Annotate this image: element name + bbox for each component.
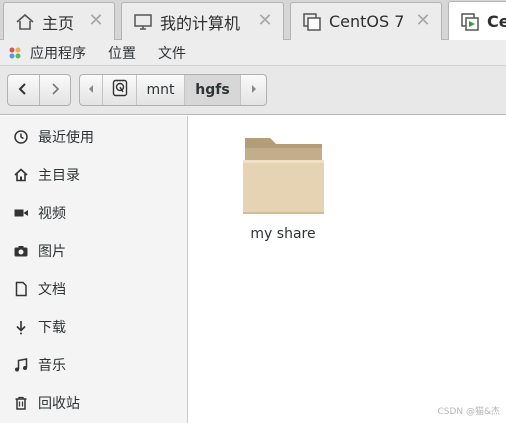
tab-centos-7[interactable]: CentOS 7 ✕ <box>290 2 442 40</box>
sidebar-item-label: 最近使用 <box>38 130 94 146</box>
path-root-button[interactable] <box>102 75 136 105</box>
path-bar: mnt hgfs <box>79 74 267 106</box>
sidebar-item-label: 图片 <box>38 244 66 260</box>
tab-my-computer[interactable]: 我的计算机 ✕ <box>121 2 284 40</box>
close-icon[interactable]: ✕ <box>413 11 433 31</box>
tab-label: CentOS 7 <box>329 12 405 31</box>
tab-home[interactable]: 主页 ✕ <box>3 2 115 40</box>
sidebar-item-label: 音乐 <box>38 358 66 374</box>
close-icon[interactable]: ✕ <box>255 11 275 31</box>
top-menu-bar: 应用程序 位置 文件 <box>0 40 506 66</box>
clock-icon <box>12 128 30 146</box>
music-icon <box>12 356 30 374</box>
places-menu[interactable]: 位置 <box>108 42 136 64</box>
crumb-mnt[interactable]: mnt <box>136 75 184 105</box>
sidebar-item-recent[interactable]: 最近使用 <box>0 122 188 152</box>
sidebar-item-pictures[interactable]: 图片 <box>0 236 188 266</box>
sidebar-item-label: 文档 <box>38 282 66 298</box>
file-menu[interactable]: 文件 <box>158 42 186 64</box>
sidebar-item-downloads[interactable]: 下载 <box>0 312 188 342</box>
chevron-left-icon <box>17 81 29 100</box>
sidebar-item-label: 下载 <box>38 320 66 336</box>
trash-icon <box>12 394 30 412</box>
forward-button[interactable] <box>38 75 71 105</box>
applications-menu[interactable]: 应用程序 <box>8 42 86 64</box>
tab-label: Ce <box>487 12 506 31</box>
sidebar-item-home[interactable]: 主目录 <box>0 160 188 190</box>
home-icon <box>14 11 36 33</box>
caret-left-icon <box>87 82 95 98</box>
crumb-label: mnt <box>146 82 175 98</box>
places-menu-label: 位置 <box>108 45 136 62</box>
sidebar-item-documents[interactable]: 文档 <box>0 274 188 304</box>
tab-active-vm[interactable]: Ce <box>448 1 506 41</box>
monitor-icon <box>132 11 154 33</box>
folder-name: my share <box>250 226 316 242</box>
sidebar-item-videos[interactable]: 视频 <box>0 198 188 228</box>
chevron-right-icon <box>49 81 61 100</box>
watermark-text: CSDN @猫&杰 <box>437 407 500 417</box>
vm-icon <box>301 11 323 33</box>
file-menu-label: 文件 <box>158 45 186 62</box>
path-scroll-left-button[interactable] <box>80 75 102 105</box>
sidebar-item-label: 回收站 <box>38 396 80 412</box>
places-sidebar: 最近使用 主目录 视频 图片 文档 下载 音乐 回收站 <box>0 116 188 423</box>
tab-bar: 主页 ✕ 我的计算机 ✕ CentOS 7 ✕ Ce <box>0 0 506 41</box>
applications-menu-label: 应用程序 <box>30 45 86 62</box>
sidebar-item-music[interactable]: 音乐 <box>0 350 188 380</box>
crumb-hgfs[interactable]: hgfs <box>184 75 240 105</box>
sidebar-item-trash[interactable]: 回收站 <box>0 388 188 418</box>
file-view: my share CSDN @猫&杰 <box>189 116 506 423</box>
home-icon <box>12 166 30 184</box>
vm-running-icon <box>459 11 481 33</box>
camera-icon <box>12 242 30 260</box>
drive-icon <box>112 79 128 101</box>
sidebar-item-label: 视频 <box>38 206 66 222</box>
folder-icon <box>240 130 326 220</box>
path-scroll-right-button[interactable] <box>240 75 266 105</box>
back-button[interactable] <box>8 75 39 105</box>
tab-label: 主页 <box>42 13 75 33</box>
history-nav <box>7 74 71 106</box>
file-manager-toolbar: mnt hgfs <box>0 66 506 115</box>
applications-icon <box>8 46 22 60</box>
folder-item[interactable]: my share <box>229 130 337 242</box>
close-icon[interactable]: ✕ <box>86 11 106 31</box>
sidebar-item-label: 主目录 <box>38 168 80 184</box>
document-icon <box>12 280 30 298</box>
crumb-label: hgfs <box>195 82 230 98</box>
tab-label: 我的计算机 <box>160 13 241 33</box>
download-icon <box>12 318 30 336</box>
caret-right-icon <box>250 82 258 98</box>
video-icon <box>12 204 30 222</box>
